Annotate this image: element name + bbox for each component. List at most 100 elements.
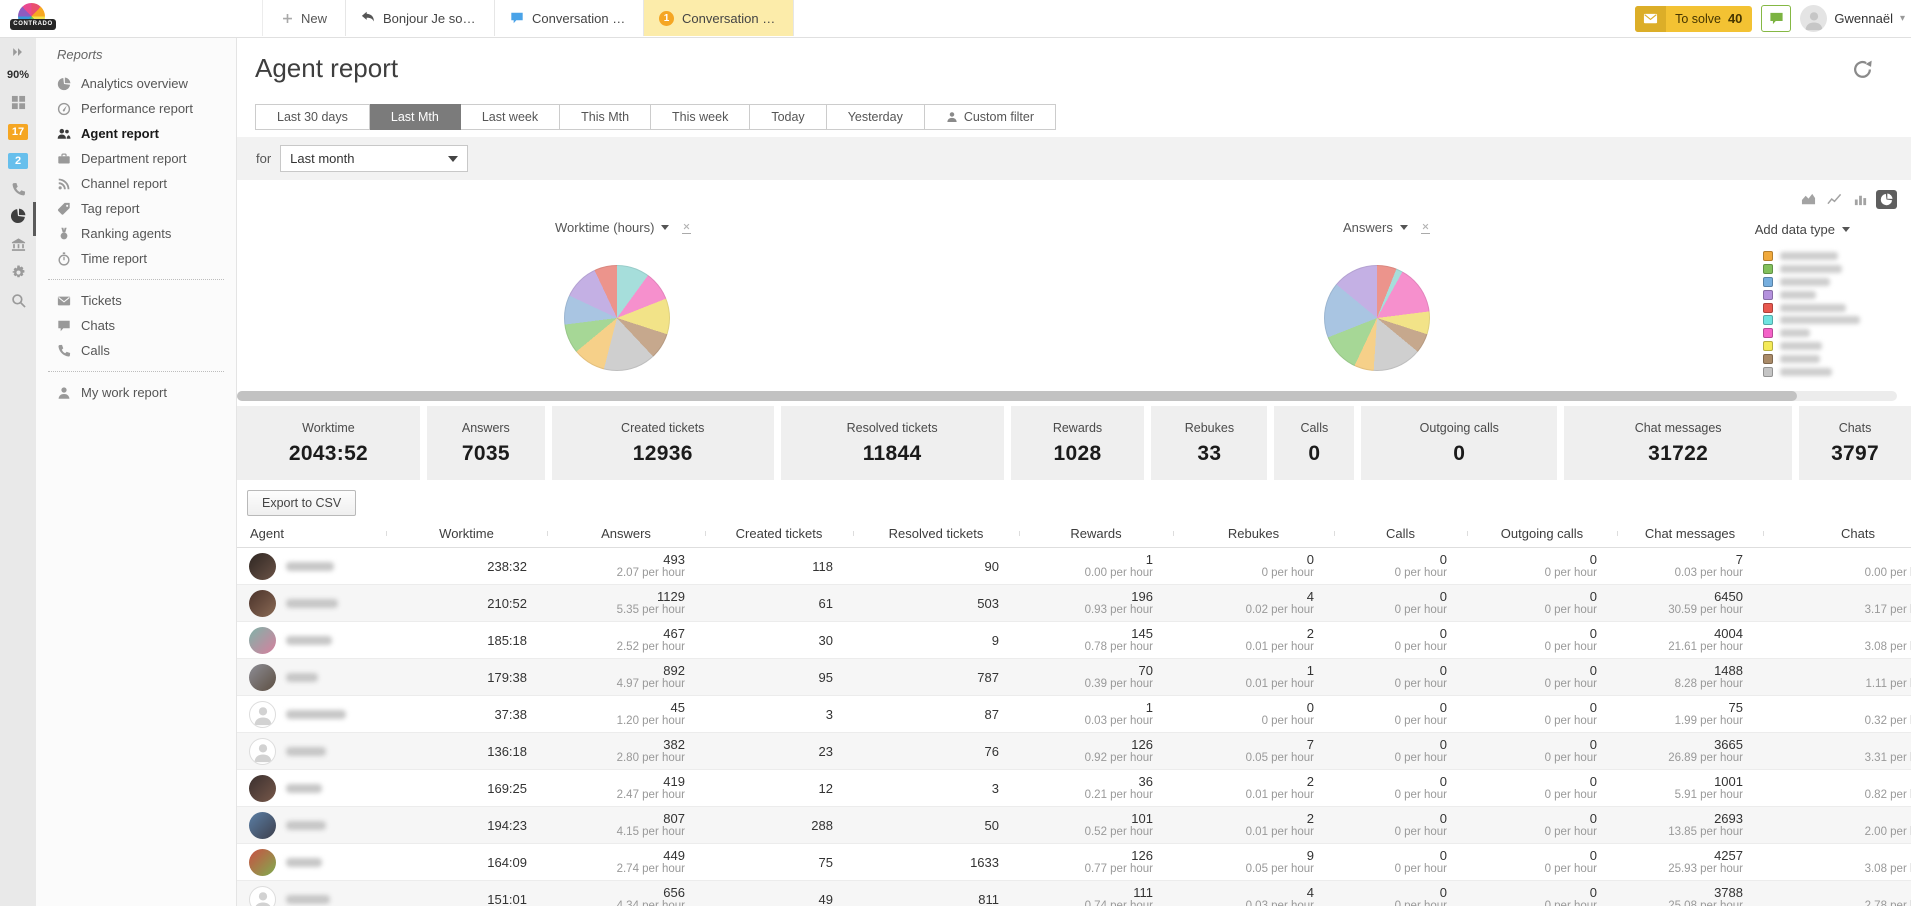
chat-bubble-icon xyxy=(57,319,71,333)
filter-tab-this-mth[interactable]: This Mth xyxy=(560,104,651,130)
table-row[interactable]: 169:254192.47 per hour123360.21 per hour… xyxy=(237,770,1911,807)
scrollbar-thumb[interactable] xyxy=(237,391,1797,401)
dashboard-rail-item[interactable] xyxy=(11,95,26,110)
remove-chart-button[interactable] xyxy=(1421,222,1430,234)
sidebar-item-ranking-agents[interactable]: Ranking agents xyxy=(36,221,236,246)
sidebar-item-tickets[interactable]: Tickets xyxy=(36,288,236,313)
to-solve-button[interactable]: To solve 40 xyxy=(1635,6,1752,32)
legend-swatch[interactable] xyxy=(1763,328,1773,338)
cell-rate: 0 per hour xyxy=(1334,752,1447,765)
agent-avatar xyxy=(249,738,276,765)
filter-tab-yesterday[interactable]: Yesterday xyxy=(827,104,925,130)
legend-swatch[interactable] xyxy=(1763,315,1773,325)
export-csv-button[interactable]: Export to CSV xyxy=(247,490,356,516)
chats-count-badge[interactable]: 2 xyxy=(8,153,28,169)
custom-filter-button[interactable]: Custom filter xyxy=(925,104,1056,130)
expand-sidebar-button[interactable] xyxy=(11,45,25,59)
sidebar-item-department-report[interactable]: Department report xyxy=(36,146,236,171)
table-row[interactable]: 151:016564.34 per hour498111110.74 per h… xyxy=(237,881,1911,906)
sidebar-item-performance-report[interactable]: Performance report xyxy=(36,96,236,121)
cell-chats: 4202.78 per hour xyxy=(1763,885,1911,906)
column-header-chat-messages[interactable]: Chat messages xyxy=(1617,526,1763,541)
cell-created: 3 xyxy=(705,707,853,722)
column-header-outgoing-calls[interactable]: Outgoing calls xyxy=(1467,526,1617,541)
column-header-chats[interactable]: Chats xyxy=(1763,526,1911,541)
ticket-tab[interactable]: Bonjour Je sou... xyxy=(345,0,494,36)
filter-tab-last-week[interactable]: Last week xyxy=(461,104,560,130)
table-row[interactable]: 194:238074.15 per hour288501010.52 per h… xyxy=(237,807,1911,844)
filter-tab-this-week[interactable]: This week xyxy=(651,104,750,130)
line-chart-icon[interactable] xyxy=(1824,190,1845,209)
period-select[interactable]: Last month xyxy=(280,145,468,172)
cell-chat_messages: 14888.28 per hour xyxy=(1617,663,1763,691)
legend-swatch[interactable] xyxy=(1763,341,1773,351)
remove-chart-button[interactable] xyxy=(682,222,691,234)
column-header-worktime[interactable]: Worktime xyxy=(386,526,547,541)
cell-value: 9 xyxy=(853,633,999,648)
legend-swatch[interactable] xyxy=(1763,264,1773,274)
cell-value: 7 xyxy=(1617,552,1743,567)
user-menu[interactable]: Gwennaël ▾ xyxy=(1800,5,1905,32)
bar-chart-icon[interactable] xyxy=(1850,190,1871,209)
sidebar-item-agent-report[interactable]: Agent report xyxy=(36,121,236,146)
legend-swatch[interactable] xyxy=(1763,354,1773,364)
ticket-tab[interactable]: Conversation d... xyxy=(494,0,643,36)
chats-online-button[interactable] xyxy=(1761,5,1791,32)
sidebar-item-time-report[interactable]: Time report xyxy=(36,246,236,271)
new-tab-button[interactable]: New xyxy=(262,0,345,36)
cell-value: 30 xyxy=(705,633,833,648)
column-header-rebukes[interactable]: Rebukes xyxy=(1173,526,1334,541)
legend-swatch[interactable] xyxy=(1763,277,1773,287)
filter-tab-today[interactable]: Today xyxy=(750,104,826,130)
column-header-created-tickets[interactable]: Created tickets xyxy=(705,526,853,541)
reports-rail-item[interactable] xyxy=(10,208,26,224)
refresh-button[interactable] xyxy=(1852,59,1873,80)
pie-chart-icon[interactable] xyxy=(1876,190,1897,209)
legend-swatch[interactable] xyxy=(1763,367,1773,377)
sidebar-item-analytics-overview[interactable]: Analytics overview xyxy=(36,71,236,96)
ticket-tab[interactable]: 1Conversation d... xyxy=(643,0,794,36)
person-icon xyxy=(57,386,71,400)
column-header-resolved-tickets[interactable]: Resolved tickets xyxy=(853,526,1019,541)
table-row[interactable]: 179:388924.97 per hour95787700.39 per ho… xyxy=(237,659,1911,696)
table-row[interactable]: 164:094492.74 per hour7516331260.77 per … xyxy=(237,844,1911,881)
column-header-agent[interactable]: Agent xyxy=(237,526,386,541)
sidebar-item-calls[interactable]: Calls xyxy=(36,338,236,363)
cell-value: 2 xyxy=(1173,626,1314,641)
legend-swatch[interactable] xyxy=(1763,303,1773,313)
chart-metric-dropdown[interactable]: Answers xyxy=(1343,220,1430,235)
app-logo[interactable]: CONTRADO xyxy=(10,3,58,34)
sidebar-item-chats[interactable]: Chats xyxy=(36,313,236,338)
cell-value: 0 xyxy=(1467,774,1597,789)
cell-value: 37:38 xyxy=(386,707,527,722)
gear-icon xyxy=(11,265,26,280)
filter-tab-last-mth[interactable]: Last Mth xyxy=(370,104,461,130)
legend-swatch[interactable] xyxy=(1763,251,1773,261)
zoom-level[interactable]: 90% xyxy=(7,69,29,81)
cell-rate: 0 per hour xyxy=(1467,900,1597,906)
table-row[interactable]: 37:38451.20 per hour38710.03 per hour00 … xyxy=(237,696,1911,733)
search-rail-item[interactable] xyxy=(11,293,26,308)
filter-tab-last-30-days[interactable]: Last 30 days xyxy=(255,104,370,130)
sidebar-item-channel-report[interactable]: Channel report xyxy=(36,171,236,196)
sidebar-item-tag-report[interactable]: Tag report xyxy=(36,196,236,221)
chart-metric-dropdown[interactable]: Worktime (hours) xyxy=(555,220,691,235)
column-header-calls[interactable]: Calls xyxy=(1334,526,1467,541)
column-header-answers[interactable]: Answers xyxy=(547,526,705,541)
table-row[interactable]: 136:183822.80 per hour23761260.92 per ho… xyxy=(237,733,1911,770)
tickets-count-badge[interactable]: 17 xyxy=(8,124,28,140)
customers-rail-item[interactable] xyxy=(11,237,26,252)
table-row[interactable]: 210:5211295.35 per hour615031960.93 per … xyxy=(237,585,1911,622)
settings-rail-item[interactable] xyxy=(11,265,26,280)
add-data-type-dropdown[interactable]: Add data type xyxy=(1755,222,1850,237)
table-row[interactable]: 238:324932.07 per hour1189010.00 per hou… xyxy=(237,548,1911,585)
cell-value: 506 xyxy=(1763,848,1911,863)
sidebar-item-my-work-report[interactable]: My work report xyxy=(36,380,236,405)
column-header-rewards[interactable]: Rewards xyxy=(1019,526,1173,541)
stat-card-answers: Answers7035 xyxy=(427,406,545,480)
cell-outgoing: 00 per hour xyxy=(1467,700,1617,728)
table-row[interactable]: 185:184672.52 per hour3091450.78 per hou… xyxy=(237,622,1911,659)
area-chart-icon[interactable] xyxy=(1798,190,1819,209)
legend-swatch[interactable] xyxy=(1763,290,1773,300)
calls-rail-item[interactable] xyxy=(11,182,26,197)
